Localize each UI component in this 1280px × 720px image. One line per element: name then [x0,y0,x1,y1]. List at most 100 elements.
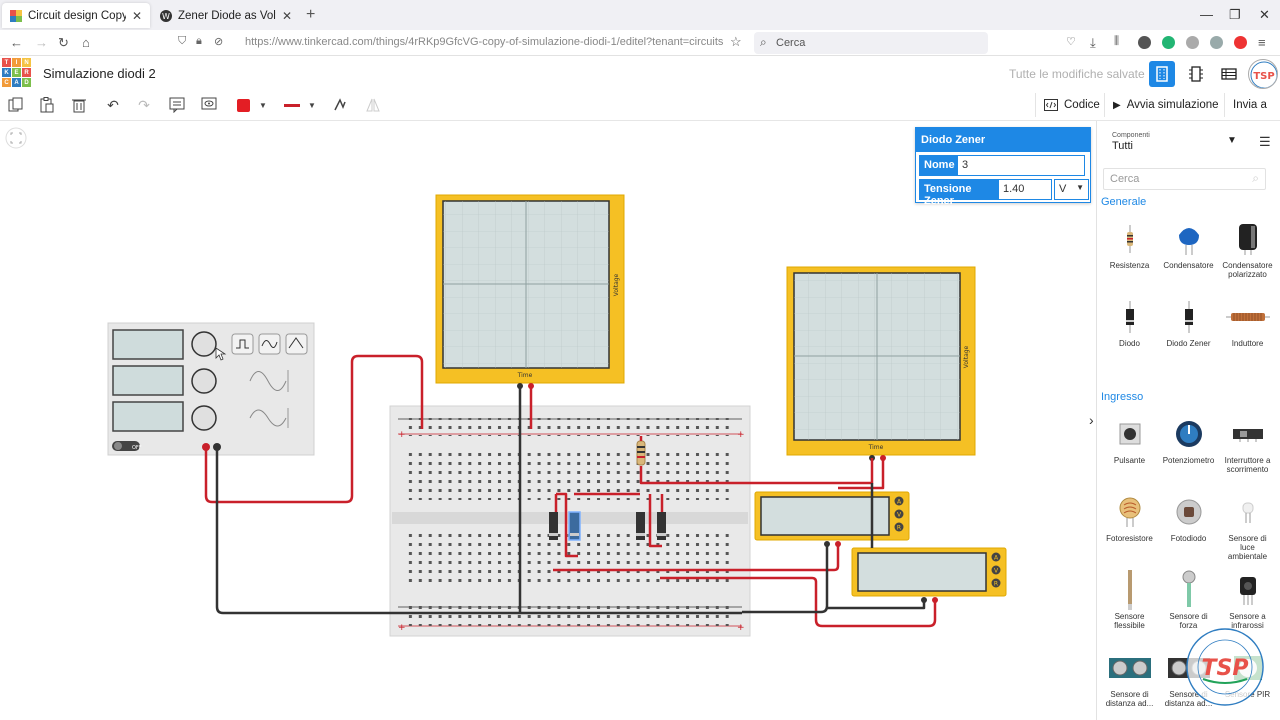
minimize-icon[interactable]: — [1200,7,1213,22]
design-title[interactable]: Simulazione diodi 2 [43,66,156,81]
send-to-button[interactable]: Invia a [1224,93,1275,117]
browser-tab-active[interactable]: Circuit design Copy of Simulazi ✕ [2,3,150,28]
pocket-icon[interactable]: ♡ [1066,35,1076,48]
browser-tab[interactable]: W Zener Diode as Voltage Regulat ✕ [152,3,300,28]
url-bar[interactable]: ⛉ 🔒︎ ⊘ https://www.tinkercad.com/things/… [172,32,750,54]
component-potentiometer[interactable]: Potenziometro [1161,411,1216,465]
list-view-icon[interactable]: ☰ [1259,134,1271,150]
slide-switch-icon [1232,428,1263,442]
component-capacitor[interactable]: Condensatore [1161,216,1216,270]
circuit-canvas[interactable]: OFF Time Voltage Time Voltage + + + + A … [0,121,1095,720]
component-inductor[interactable]: Induttore [1220,294,1275,348]
svg-text:TSP: TSP [1202,656,1249,681]
svg-text:TSP: TSP [1253,71,1274,82]
notes-visibility-icon[interactable] [200,95,218,115]
component-label: Fotoresistore [1106,534,1153,543]
components-search-input[interactable]: Cerca ⌕ [1103,168,1266,190]
component-flex-sensor[interactable]: Sensore flessibile [1102,567,1157,630]
logo-letter: E [12,68,21,77]
electrolytic-capacitor-icon [1238,223,1257,255]
library-icon[interactable]: ⫼ [1114,35,1119,48]
user-avatar[interactable]: TSP [1248,59,1278,89]
reload-icon[interactable]: ↻ [58,35,69,51]
tab-title: Circuit design Copy of Simulazi [28,9,126,22]
note-icon[interactable] [168,95,186,115]
downloads-icon[interactable]: ⤓ [1090,35,1096,51]
oscilloscope-1[interactable]: Time Voltage [435,194,625,389]
component-photoresistor[interactable]: Fotoresistore [1102,489,1157,543]
resistor[interactable] [636,440,646,466]
close-tab-icon[interactable]: ✕ [132,9,142,23]
new-tab-icon[interactable]: + [306,6,315,24]
diode-1[interactable] [549,512,558,540]
component-polarized-capacitor[interactable]: Condensatore polarizzato [1220,216,1275,279]
zener-diode-selected[interactable] [568,511,581,541]
bookmark-star-icon[interactable]: ☆ [730,34,742,50]
component-zener-diode[interactable]: Diodo Zener [1161,294,1216,348]
schematic-view-button[interactable] [1183,61,1209,87]
zener-voltage-input[interactable]: 1.40 [998,179,1052,200]
code-button[interactable]: Codice [1035,93,1108,117]
component-list-button[interactable] [1216,61,1242,87]
oscilloscope-2[interactable]: Time Voltage [786,266,976,461]
zoom-fit-icon[interactable] [5,127,27,149]
extension-icon[interactable] [1210,36,1223,49]
component-ambient-light-sensor[interactable]: Sensore di luce ambientale [1220,489,1275,561]
extension-icon[interactable] [1186,36,1199,49]
adblock-icon[interactable] [1234,36,1247,49]
forward-icon[interactable]: → [35,35,48,50]
component-resistor[interactable]: Resistenza [1102,216,1157,270]
chevron-down-icon[interactable]: ▼ [1227,135,1237,146]
multimeter-1[interactable]: A V R [754,491,910,547]
multimeter-2[interactable]: A V R [851,547,1007,603]
shield-icon[interactable]: ⛉ [178,35,186,48]
component-pushbutton[interactable]: Pulsante [1102,411,1157,465]
component-force-sensor[interactable]: Sensore di forza [1161,567,1216,630]
close-tab-icon[interactable]: ✕ [282,9,292,23]
tinkercad-logo[interactable]: T I N K E R C A D [2,58,31,87]
permissions-icon[interactable]: ⊘ [214,35,223,48]
send-to-label: Invia a [1233,99,1267,111]
start-simulation-button[interactable]: ▶ Avvia simulazione [1104,93,1227,117]
undo-icon[interactable]: ↶ [104,95,122,115]
chip-icon [1189,66,1203,82]
diode-2[interactable] [636,512,645,540]
circuit-view-button[interactable] [1149,61,1175,87]
component-ultrasonic-sensor[interactable]: Sensore di distanza ad... [1102,645,1157,708]
maximize-icon[interactable]: ❐ [1229,7,1241,23]
extension-icon[interactable] [1162,36,1175,49]
potentiometer-icon [1175,420,1202,447]
wire-dropdown-icon[interactable]: ▼ [308,95,316,115]
rotate-icon[interactable] [331,95,349,115]
mode-r-label[interactable]: R [897,525,901,532]
function-generator[interactable]: OFF [107,322,315,456]
logo-letter: A [12,78,21,87]
components-filter[interactable]: Tutti [1112,140,1133,152]
paste-icon[interactable] [38,95,56,115]
browser-search-field[interactable]: ⌕ Cerca [754,32,988,54]
redo-icon[interactable]: ↷ [135,95,153,115]
mode-r-label[interactable]: R [994,581,998,588]
back-icon[interactable]: ← [10,35,23,50]
component-photodiode[interactable]: Fotodiodo [1161,489,1216,543]
component-slide-switch[interactable]: Interruttore a scorrimento [1220,411,1275,474]
component-infrared-sensor[interactable]: Sensore a infrarossi [1220,567,1275,630]
copy-icon[interactable] [7,95,25,115]
extension-icon[interactable] [1138,36,1151,49]
menu-icon[interactable]: ≡ [1258,35,1266,50]
component-diode[interactable]: Diodo [1102,294,1157,348]
component-label: Diodo Zener [1166,339,1211,348]
search-placeholder: Cerca [1110,173,1140,185]
name-input[interactable]: 3 [957,155,1085,176]
color-dropdown-icon[interactable]: ▼ [259,95,267,115]
unit-select[interactable]: V ▼ [1054,179,1089,200]
lock-icon[interactable]: 🔒︎ [196,35,202,48]
close-window-icon[interactable]: ✕ [1259,7,1270,23]
home-icon[interactable]: ⌂ [82,35,90,50]
delete-icon[interactable] [70,95,88,115]
color-swatch[interactable] [236,95,250,115]
zener-diode-2[interactable] [657,512,666,540]
wire-type-icon[interactable] [282,95,302,115]
save-status: Tutte le modifiche salvate [1009,67,1145,81]
flip-icon[interactable] [364,95,382,115]
